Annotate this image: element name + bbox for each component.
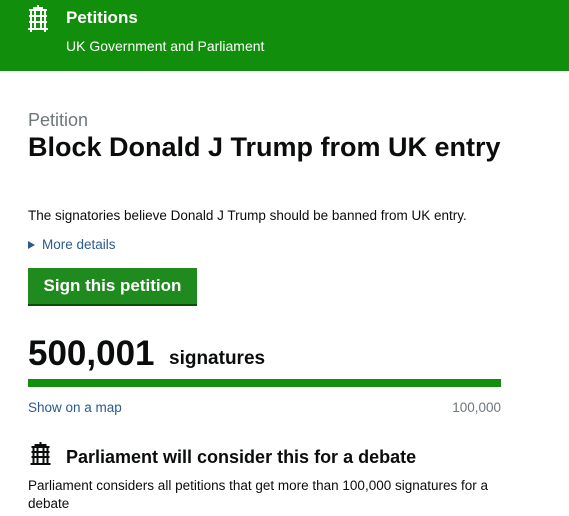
debate-description: Parliament considers all petitions that …: [28, 478, 489, 511]
show-on-map-link[interactable]: Show on a map: [28, 399, 122, 416]
triangle-right-icon: [28, 241, 35, 249]
signature-count: 500,001: [28, 334, 155, 373]
signature-progress-bar: [28, 379, 501, 387]
site-header: Petitions UK Government and Parliament: [0, 0, 569, 71]
debate-heading: Parliament will consider this for a deba…: [66, 447, 417, 467]
signature-progress-fill: [28, 379, 501, 387]
more-details-label: More details: [42, 237, 116, 252]
site-title[interactable]: Petitions: [66, 8, 138, 28]
sign-petition-button[interactable]: Sign this petition: [28, 268, 197, 306]
signature-threshold: 100,000: [452, 400, 501, 415]
petition-label: Petition: [28, 110, 89, 130]
portcullis-icon: [30, 442, 51, 465]
petition-summary: The signatories believe Donald J Trump s…: [28, 208, 467, 223]
more-details-toggle[interactable]: More details: [28, 236, 116, 253]
petition-title: Block Donald J Trump from UK entry: [28, 132, 501, 162]
site-subtitle: UK Government and Parliament: [66, 38, 265, 54]
signature-count-label: signatures: [169, 348, 266, 369]
portcullis-icon: [28, 5, 48, 32]
